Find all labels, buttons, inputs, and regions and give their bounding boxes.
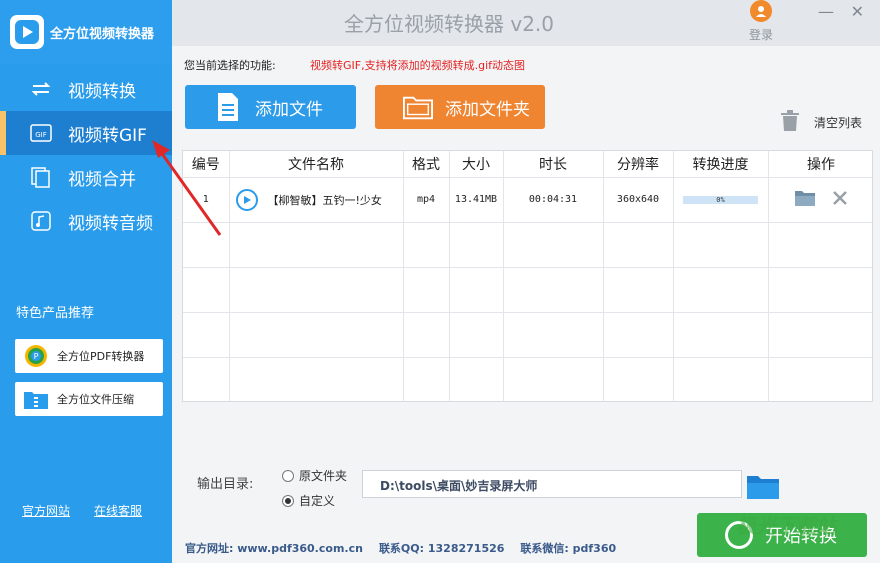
clear-list-button[interactable]: 清空列表 [780, 110, 862, 135]
current-function-value: 视频转GIF,支持将添加的视频转成.gif动态图 [310, 59, 525, 72]
play-icon[interactable] [235, 188, 258, 211]
login-label: 登录 [748, 28, 773, 42]
radio-custom-folder[interactable]: 自定义 [282, 492, 335, 509]
browse-folder-icon[interactable] [746, 472, 780, 504]
radio-circle [282, 469, 294, 482]
minimize-button[interactable]: — [818, 2, 834, 21]
main-panel: 您当前选择的功能: 视频转GIF,支持将添加的视频转成.gif动态图 添加文件 … [172, 46, 880, 563]
watermark: 极光下载站 [736, 514, 836, 538]
trash-icon [780, 110, 800, 135]
col-header-actions: 操作 [768, 151, 872, 178]
add-folder-label: 添加文件夹 [445, 99, 530, 120]
cell-resolution: 360x640 [603, 177, 674, 223]
table-row [183, 267, 872, 313]
sidebar: 全方位视频转换器 视频转换 GIF 视频转GIF 视频合并 视频转音频 特色产品… [0, 0, 172, 563]
output-path-input[interactable]: D:\tools\桌面\妙吉录屏大师 [362, 470, 742, 498]
login-button[interactable]: 登录 [744, 0, 778, 43]
radio-label: 自定义 [299, 494, 336, 508]
pdf-logo-icon: P [23, 343, 49, 369]
sidebar-item-video-to-gif[interactable]: GIF 视频转GIF [0, 111, 172, 155]
radio-circle-selected [282, 494, 294, 507]
clear-list-label: 清空列表 [813, 116, 862, 130]
table-row [183, 312, 872, 358]
merge-icon [30, 166, 52, 188]
featured-products-title: 特色产品推荐 [16, 306, 95, 321]
document-icon [213, 91, 243, 123]
radio-original-folder[interactable]: 原文件夹 [282, 467, 347, 484]
app-title: 全方位视频转换器 v2.0 [344, 12, 554, 36]
col-header-filename: 文件名称 [229, 151, 404, 178]
gif-icon: GIF [30, 122, 52, 144]
footer-website: 官方网址: www.pdf360.com.cn [185, 542, 363, 555]
open-folder-icon[interactable] [794, 189, 816, 210]
official-site-link[interactable]: 官方网站 [22, 502, 70, 519]
table-header-row: 编号 文件名称 格式 大小 时长 分辨率 转换进度 操作 [183, 151, 872, 178]
cell-duration: 00:04:31 [503, 177, 604, 223]
footer-qq: 联系QQ: 1328271526 [378, 542, 505, 555]
compress-folder-icon [23, 386, 49, 412]
cell-actions [768, 177, 872, 223]
col-header-format: 格式 [403, 151, 450, 178]
folder-icon [403, 91, 433, 123]
app-logo-icon [10, 15, 44, 49]
sidebar-item-video-convert[interactable]: 视频转换 [0, 67, 172, 111]
sidebar-item-label: 视频转音频 [68, 213, 153, 234]
add-folder-button[interactable]: 添加文件夹 [375, 85, 545, 129]
progress-bar: 0% [683, 195, 758, 204]
cell-progress: 0% [673, 177, 769, 223]
table-row [183, 357, 872, 401]
title-bar: 全方位视频转换器 v2.0 登录 — ✕ [172, 0, 880, 46]
cell-filename: 【柳智敏】五钓一!少女 [229, 177, 404, 223]
current-function-label: 您当前选择的功能: [184, 59, 276, 72]
user-icon [750, 0, 772, 22]
sidebar-item-video-to-audio[interactable]: 视频转音频 [0, 199, 172, 243]
close-button[interactable]: ✕ [851, 2, 864, 21]
col-header-resolution: 分辨率 [603, 151, 674, 178]
sidebar-item-label: 视频转换 [68, 81, 136, 102]
promo-pdf-converter[interactable]: P 全方位PDF转换器 [15, 339, 163, 373]
audio-icon [30, 210, 52, 232]
add-file-label: 添加文件 [255, 99, 323, 120]
table-row[interactable]: 1 【柳智敏】五钓一!少女 mp4 13.41MB 00:04:31 360x6… [183, 177, 872, 223]
brand-name: 全方位视频转换器 [50, 26, 155, 42]
sidebar-nav: 视频转换 GIF 视频转GIF 视频合并 视频转音频 [0, 67, 172, 243]
progress-text: 0% [716, 195, 725, 204]
footer-contact: 官方网址: www.pdf360.com.cn 联系QQ: 1328271526… [185, 540, 616, 556]
sidebar-item-label: 视频合并 [68, 169, 136, 190]
delete-icon[interactable] [832, 190, 848, 209]
col-header-progress: 转换进度 [673, 151, 769, 178]
svg-text:P: P [34, 352, 39, 361]
file-table: 编号 文件名称 格式 大小 时长 分辨率 转换进度 操作 1 【柳智敏】五钓一!… [182, 150, 873, 402]
add-file-button[interactable]: 添加文件 [185, 85, 356, 129]
sidebar-links: 官方网站 在线客服 [22, 502, 142, 519]
col-header-size: 大小 [449, 151, 504, 178]
promo-label: 全方位PDF转换器 [57, 350, 145, 363]
cell-size: 13.41MB [449, 177, 504, 223]
footer-wechat: 联系微信: pdf360 [520, 542, 617, 555]
table-row [183, 222, 872, 268]
promo-file-compress[interactable]: 全方位文件压缩 [15, 382, 163, 416]
sidebar-item-label: 视频转GIF [68, 125, 147, 146]
svg-text:GIF: GIF [35, 131, 47, 139]
cell-format: mp4 [403, 177, 450, 223]
online-support-link[interactable]: 在线客服 [94, 502, 142, 519]
output-dir-label: 输出目录: [197, 477, 254, 492]
annotation-arrow-icon [152, 140, 222, 236]
convert-icon [30, 78, 52, 100]
promo-label: 全方位文件压缩 [57, 393, 134, 406]
filename-text: 【柳智敏】五钓一!少女 [267, 193, 382, 207]
sidebar-item-video-merge[interactable]: 视频合并 [0, 155, 172, 199]
col-header-duration: 时长 [503, 151, 604, 178]
radio-label: 原文件夹 [299, 469, 348, 483]
brand: 全方位视频转换器 [0, 0, 172, 64]
